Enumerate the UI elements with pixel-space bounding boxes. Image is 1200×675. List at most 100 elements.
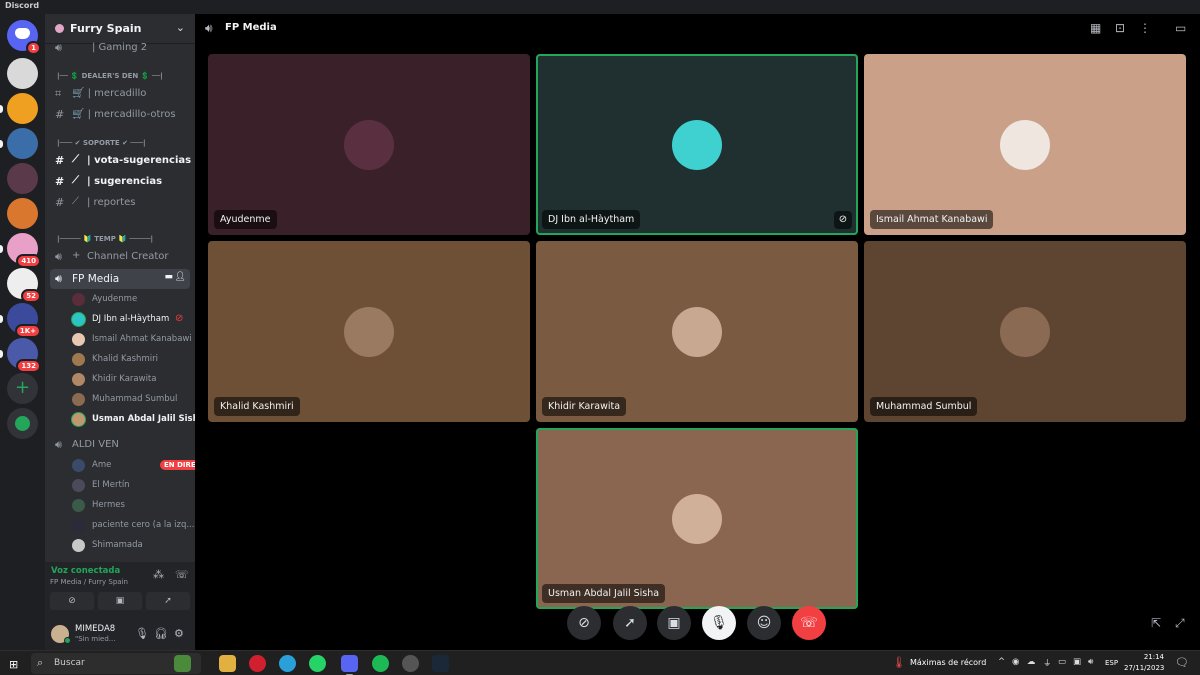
voice-user[interactable]: Khidir Karawita (72, 371, 190, 389)
server-icon[interactable] (0, 93, 38, 124)
soundboard-button[interactable]: ☺ (747, 606, 781, 640)
explore-servers-icon[interactable] (7, 408, 38, 439)
voice-location[interactable]: FP Media / Furry Spain (50, 578, 128, 586)
invite-icon[interactable]: 👤︎ (175, 272, 186, 282)
home-server-icon[interactable]: 1 (7, 20, 41, 55)
popout-icon[interactable]: ⇱ (1151, 616, 1161, 630)
volume-icon[interactable]: 🔊︎ (1088, 657, 1093, 667)
category-temp[interactable]: |───── 🔰 TEMP 🔰 ─────| (57, 235, 153, 243)
video-tile[interactable]: DJ Ibn al-Hàytham ⊘ (536, 54, 858, 235)
channel-channel-creator[interactable]: 🔊︎ + Channel Creator (50, 247, 190, 267)
discord-icon[interactable] (341, 655, 358, 675)
camera-button[interactable]: ⊘ (50, 592, 94, 610)
server-icon[interactable]: 410 (0, 233, 41, 268)
voice-user[interactable]: Khalid Kashmiri (72, 351, 190, 369)
disconnect-button[interactable]: ☏ (792, 606, 826, 640)
fullscreen-icon[interactable]: ⤢ (1175, 616, 1185, 631)
voice-user[interactable]: Shimamada (72, 537, 190, 555)
channel-vota-sugerencias[interactable]: # ⟋ | vota-sugerencias (50, 151, 191, 171)
channel-mercadillo-otros[interactable]: # 🛒 | mercadillo-otros (50, 105, 190, 125)
clock-time[interactable]: 21:14 (1128, 653, 1164, 661)
server-icon[interactable] (7, 58, 38, 89)
category-soporte[interactable]: |─── ✔ SOPORTE ✔ ───| (57, 139, 146, 147)
channel-reportes[interactable]: # ⟋ | reportes (50, 193, 190, 213)
server-icon[interactable] (7, 198, 38, 229)
chevron-up-icon[interactable]: ^ (998, 657, 1005, 667)
windows-start-icon[interactable]: ⊞ (9, 658, 18, 671)
spotify-icon[interactable] (372, 655, 389, 672)
title-bar: Discord (0, 0, 1200, 14)
tray-icon[interactable]: ◉ (1012, 657, 1019, 667)
usb-icon[interactable]: ⏚ (1043, 657, 1052, 669)
voice-status[interactable]: Voz conectada (51, 566, 120, 576)
video-tile[interactable]: Ismail Ahmat Kanabawi (864, 54, 1186, 235)
dragon-widget-icon[interactable] (174, 655, 191, 672)
app-icon[interactable] (402, 655, 419, 672)
notifications-icon[interactable]: 🗨︎ (1175, 656, 1189, 669)
weather-text[interactable]: Máximas de récord (910, 658, 986, 667)
video-tile[interactable]: Ayudenme (208, 54, 530, 235)
channel-mercadillo[interactable]: ⌗ 🛒 | mercadillo (50, 84, 190, 104)
voice-user[interactable]: Ame EN DIRECTO (72, 457, 216, 475)
video-tile[interactable]: Muhammad Sumbul (864, 241, 1186, 422)
headphones-icon[interactable]: 🎧︎ (154, 627, 168, 640)
channel-gaming2[interactable]: 🔊︎ | Gaming 2 (50, 38, 190, 58)
whatsapp-icon[interactable] (309, 655, 326, 672)
microphone-icon[interactable]: 🎙︎ (135, 627, 149, 640)
voice-user-name: DJ Ibn al-Hàytham (92, 314, 170, 324)
popout-icon[interactable]: ⊡ (1115, 21, 1125, 35)
channel-label: Channel Creator (87, 251, 169, 262)
taskbar: ⊞ ⌕ Buscar 🌡︎ Máximas de récord ^ ◉ ☁ ⏚ … (0, 650, 1200, 675)
chat-icon[interactable]: ▬ (164, 272, 173, 282)
screen-share-button[interactable]: ▣ (98, 592, 142, 610)
voice-user[interactable]: DJ Ibn al-Hàytham ⊘ (72, 311, 190, 329)
video-tile[interactable]: Khidir Karawita (536, 241, 858, 422)
channel-sugerencias[interactable]: # ⟋ | sugerencias (50, 172, 190, 192)
channel-aldi-ven[interactable]: 🔊︎ ALDI VEN (50, 435, 190, 455)
voice-user[interactable]: Usman Abdal Jalil Sisha (72, 411, 204, 429)
clock-date[interactable]: 27/11/2023 (1124, 664, 1164, 672)
voice-user[interactable]: Ismail Ahmat Kanabawi (72, 331, 192, 349)
participant-name: Ismail Ahmat Kanabawi (870, 210, 994, 229)
video-tile[interactable]: Usman Abdal Jalil Sisha (536, 428, 858, 609)
avatar (344, 307, 394, 357)
channel-fp-media[interactable]: 🔊︎ FP Media ▬ 👤︎ (50, 269, 190, 289)
screen-share-button[interactable]: ▣ (657, 606, 691, 640)
grid-layout-icon[interactable]: ▦ (1090, 21, 1101, 35)
gear-icon[interactable]: ⚙ (174, 627, 184, 640)
video-tile[interactable]: Khalid Kashmiri (208, 241, 530, 422)
network-icon[interactable]: ▣ (1073, 657, 1081, 667)
battery-icon[interactable]: ▭ (1058, 657, 1066, 667)
server-icon[interactable]: 1K+ (0, 303, 41, 338)
avatar (672, 494, 722, 544)
file-explorer-icon[interactable] (219, 655, 236, 672)
add-server-icon[interactable]: + (7, 373, 38, 404)
category-dealers-den[interactable]: |── 💲 DEALER'S DEN 💲 ──| (57, 72, 163, 80)
user-name[interactable]: MIMEDA8 (75, 624, 115, 634)
telegram-icon[interactable] (279, 655, 296, 672)
disconnect-icon[interactable]: ☏ (175, 568, 189, 581)
steam-icon[interactable] (432, 655, 449, 672)
cloud-icon[interactable]: ☁ (1027, 657, 1036, 667)
camera-toggle-button[interactable]: ⊘ (567, 606, 601, 640)
language-indicator[interactable]: ESP (1105, 659, 1118, 667)
avatar (1000, 120, 1050, 170)
voice-user[interactable]: paciente cero (a la izq... (72, 517, 194, 535)
server-icon[interactable] (0, 128, 38, 159)
voice-user[interactable]: Muhammad Sumbul (72, 391, 190, 409)
voice-user[interactable]: Ayudenme (72, 291, 190, 309)
voice-user[interactable]: Hermes (72, 497, 190, 515)
avatar (72, 313, 85, 326)
voice-user[interactable]: El Mertín (72, 477, 190, 495)
opera-icon[interactable] (249, 655, 266, 672)
server-icon[interactable]: 52 (7, 268, 41, 303)
microphone-button[interactable]: 🎙︎ (702, 606, 736, 640)
chevron-down-icon[interactable]: ⌄ (176, 21, 185, 34)
more-icon[interactable]: ⋮ (1139, 21, 1151, 35)
activity-button[interactable]: ➚ (613, 606, 647, 640)
activity-button[interactable]: ➚ (146, 592, 190, 610)
noise-suppression-icon[interactable]: ⁂ (153, 568, 164, 581)
server-icon[interactable] (7, 163, 38, 194)
server-icon[interactable]: 132 (0, 338, 41, 373)
chat-icon[interactable]: ▭ (1175, 21, 1186, 35)
